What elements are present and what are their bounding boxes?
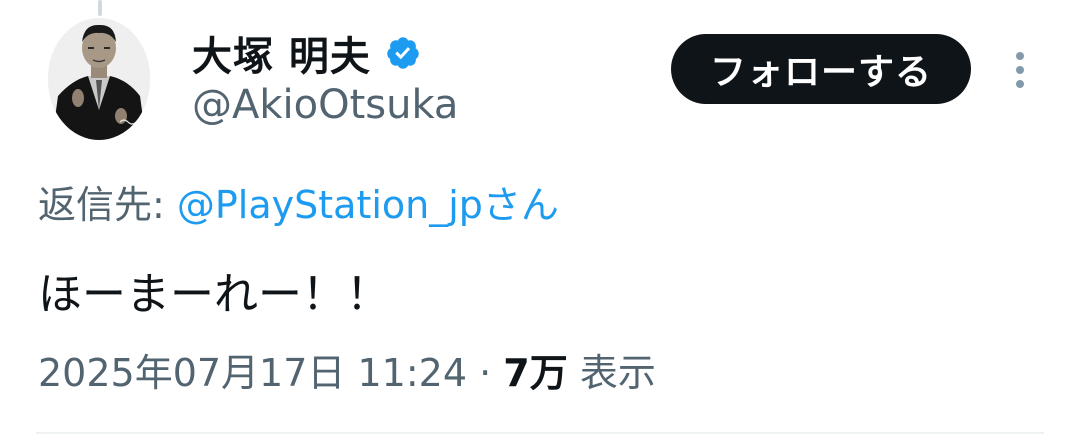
tweet-meta: 2025年07月17日 11:24 · 7万 表示 — [38, 342, 656, 397]
thread-connector — [98, 0, 102, 16]
more-options-icon[interactable] — [1000, 48, 1040, 92]
display-name[interactable]: 大塚 明夫 — [192, 24, 371, 82]
verified-badge-icon — [385, 35, 421, 71]
user-handle[interactable]: @AkioOtsuka — [192, 82, 458, 128]
avatar-illustration — [48, 18, 150, 140]
reply-target-link[interactable]: @PlayStation_jp — [177, 183, 483, 227]
more-dot — [1016, 66, 1024, 74]
reply-prefix: 返信先: — [38, 183, 177, 227]
divider — [36, 432, 1044, 434]
follow-button[interactable]: フォローする — [671, 34, 971, 104]
reply-suffix: さん — [482, 183, 559, 227]
tweet-text: ほーまーれー！！ — [38, 269, 390, 320]
timestamp[interactable]: 2025年07月17日 11:24 — [38, 351, 467, 395]
author-name-row: 大塚 明夫 — [192, 28, 421, 80]
views-label: 表示 — [579, 351, 656, 395]
views-count: 7万 — [503, 351, 568, 395]
more-dot — [1016, 52, 1024, 60]
avatar[interactable] — [48, 18, 150, 140]
more-dot — [1016, 80, 1024, 88]
meta-separator: · — [467, 351, 504, 395]
replying-to: 返信先: @PlayStation_jpさん — [38, 174, 559, 229]
